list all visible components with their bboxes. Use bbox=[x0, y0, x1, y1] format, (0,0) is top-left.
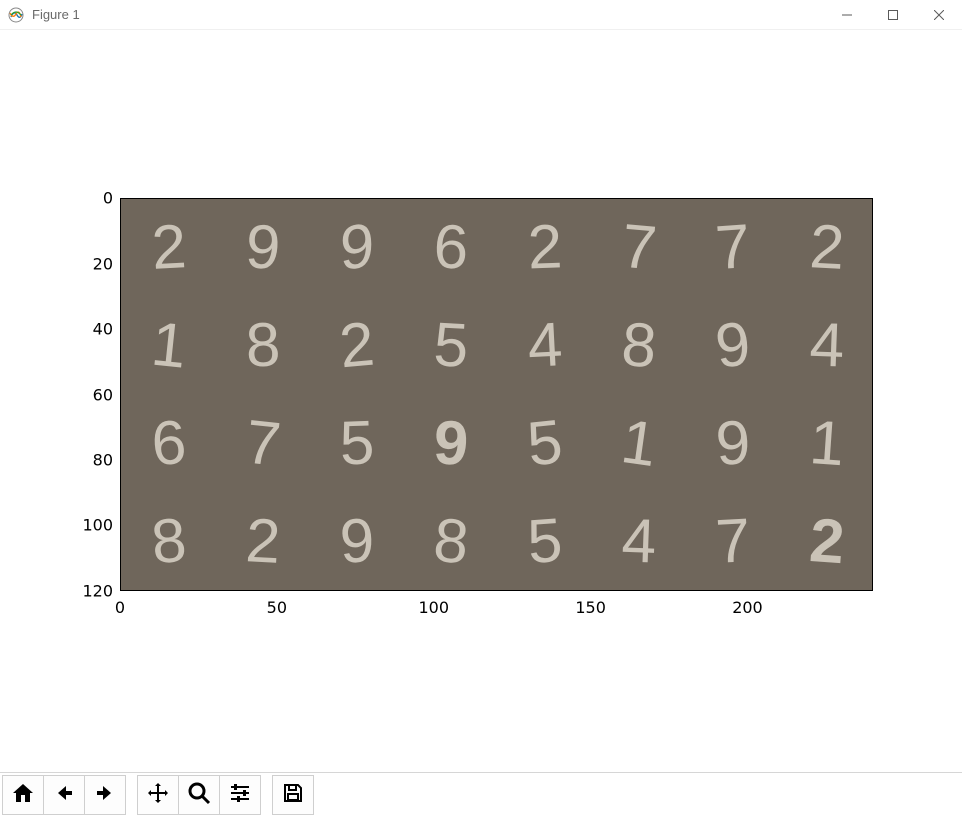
digit-cell: 2 bbox=[305, 293, 407, 399]
forward-button[interactable] bbox=[84, 775, 126, 815]
digit-cell: 5 bbox=[492, 390, 596, 497]
digit-cell: 9 bbox=[309, 198, 402, 302]
digit-cell: 1 bbox=[120, 292, 220, 399]
digit-cell: 4 bbox=[589, 491, 686, 591]
digit-cell: 7 bbox=[682, 491, 781, 591]
digit-cell: 1 bbox=[776, 392, 873, 496]
zoom-button[interactable] bbox=[178, 775, 220, 815]
mpl-nav-toolbar bbox=[0, 772, 962, 816]
digit-cell: 2 bbox=[120, 198, 218, 299]
save-button[interactable] bbox=[272, 775, 314, 815]
x-tick-label: 200 bbox=[732, 598, 763, 617]
digit-cell: 8 bbox=[399, 489, 501, 591]
y-tick-label: 60 bbox=[63, 385, 113, 404]
digit-cell: 1 bbox=[585, 389, 692, 499]
x-tick-label: 100 bbox=[418, 598, 449, 617]
digit-cell: 9 bbox=[680, 292, 784, 399]
digit-cell: 4 bbox=[777, 295, 873, 396]
home-icon bbox=[11, 781, 35, 808]
digit-cell: 2 bbox=[495, 198, 592, 299]
digit-cell: 9 bbox=[212, 198, 313, 300]
digit-cell: 8 bbox=[120, 489, 219, 591]
close-button[interactable] bbox=[916, 0, 962, 30]
figure-canvas[interactable]: 0 20 40 60 80 100 120 0 50 100 150 200 bbox=[0, 30, 962, 770]
back-button[interactable] bbox=[43, 775, 85, 815]
digit-cell: 9 bbox=[400, 393, 499, 496]
pan-button[interactable] bbox=[137, 775, 179, 815]
y-tick-label: 20 bbox=[63, 254, 113, 273]
arrow-left-icon bbox=[52, 781, 76, 808]
digit-cell: 6 bbox=[401, 198, 498, 299]
zoom-icon bbox=[187, 781, 211, 808]
digit-cell: 4 bbox=[494, 295, 593, 398]
digit-cell: 9 bbox=[307, 491, 404, 591]
digit-cell: 8 bbox=[588, 294, 689, 398]
save-icon bbox=[281, 781, 305, 808]
x-tick-label: 150 bbox=[575, 598, 606, 617]
digit-cell: 7 bbox=[210, 390, 314, 497]
app-icon bbox=[8, 7, 24, 23]
x-tick-label: 0 bbox=[115, 598, 125, 617]
digit-cell: 5 bbox=[307, 393, 404, 494]
image-plot: 2 9 9 6 2 7 7 2 1 8 2 5 4 8 9 4 6 7 5 9 … bbox=[120, 198, 873, 591]
arrow-right-icon bbox=[93, 781, 117, 808]
maximize-button[interactable] bbox=[870, 0, 916, 30]
move-icon bbox=[146, 781, 170, 808]
digit-cell: 2 bbox=[776, 198, 873, 299]
axes: 0 20 40 60 80 100 120 0 50 100 150 200 bbox=[120, 198, 873, 591]
y-tick-label: 0 bbox=[63, 189, 113, 208]
y-tick-label: 120 bbox=[63, 582, 113, 601]
x-tick-label: 50 bbox=[267, 598, 287, 617]
digit-cell: 7 bbox=[682, 198, 783, 300]
digit-cell: 2 bbox=[776, 490, 873, 591]
y-tick-label: 40 bbox=[63, 319, 113, 338]
sliders-icon bbox=[228, 781, 252, 808]
digit-cell: 6 bbox=[120, 392, 218, 496]
digit-cell: 5 bbox=[494, 490, 595, 591]
home-button[interactable] bbox=[2, 775, 44, 815]
minimize-button[interactable] bbox=[824, 0, 870, 30]
titlebar: Figure 1 bbox=[0, 0, 962, 30]
window-title: Figure 1 bbox=[32, 7, 80, 22]
y-tick-label: 80 bbox=[63, 451, 113, 470]
digit-cell: 7 bbox=[587, 198, 689, 301]
y-tick-label: 100 bbox=[63, 516, 113, 535]
digit-cell: 2 bbox=[212, 491, 311, 591]
digit-cell: 9 bbox=[682, 393, 781, 496]
digit-cell: 5 bbox=[400, 295, 499, 398]
configure-subplots-button[interactable] bbox=[219, 775, 261, 815]
digit-cell: 8 bbox=[213, 295, 310, 396]
